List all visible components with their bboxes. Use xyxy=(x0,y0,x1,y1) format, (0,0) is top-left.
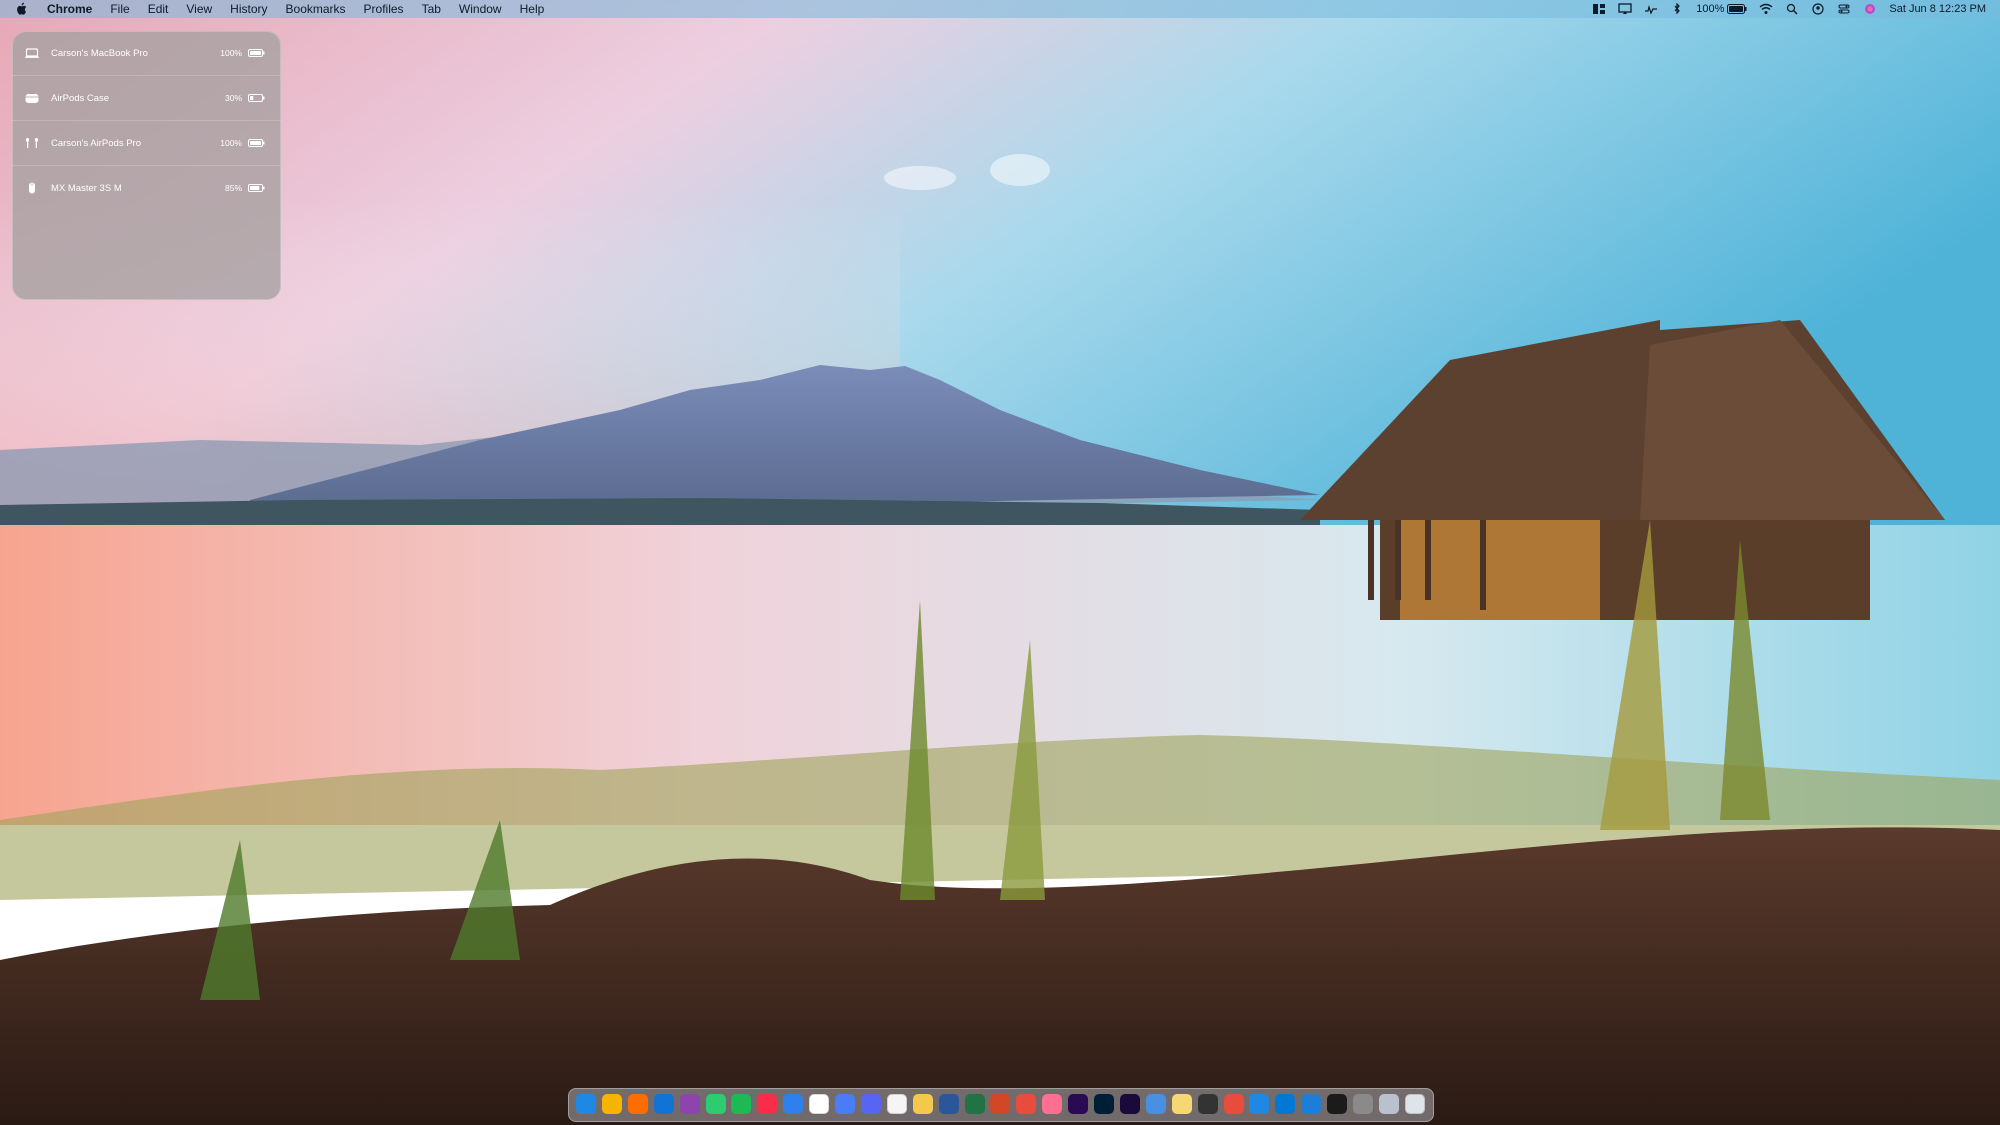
widgets-icon[interactable] xyxy=(1592,3,1606,15)
dock-app-notes-icon[interactable] xyxy=(1171,1094,1192,1114)
menu-help[interactable]: Help xyxy=(511,0,554,18)
menu-tab[interactable]: Tab xyxy=(413,0,450,18)
dock-app-premiere-icon[interactable] xyxy=(1068,1094,1089,1114)
battery-level-icon xyxy=(248,94,265,102)
battery-percent: 100% xyxy=(1696,3,1725,15)
dock-app-chrome-icon[interactable] xyxy=(601,1094,622,1114)
dock-app-firefox-icon[interactable] xyxy=(627,1094,648,1114)
dock-app-downloads-icon[interactable] xyxy=(1378,1094,1399,1114)
dock-app-finder-icon[interactable] xyxy=(576,1094,596,1114)
control-center-icon[interactable] xyxy=(1837,3,1851,15)
dock-app-trash-icon[interactable] xyxy=(1404,1094,1425,1114)
battery-icon xyxy=(1727,4,1747,14)
activity-icon[interactable] xyxy=(1644,3,1658,15)
device-name: MX Master 3S M xyxy=(51,182,122,194)
dock-app-photoshop-icon[interactable] xyxy=(1094,1094,1114,1114)
airpods-icon xyxy=(26,138,38,148)
battery-device-row: MX Master 3S M 85% xyxy=(12,166,281,210)
airpods-case-icon xyxy=(25,94,39,103)
menu-file[interactable]: File xyxy=(101,0,138,18)
dock-app-after-effects-icon[interactable] xyxy=(1119,1094,1140,1114)
menu-clock[interactable]: Sat Jun 8 12:23 PM xyxy=(1889,3,1986,15)
dock-app-edge-icon[interactable] xyxy=(653,1094,674,1114)
desktop-wallpaper xyxy=(0,0,2000,1125)
battery-device-row: Carson's AirPods Pro 100% xyxy=(12,121,281,165)
dock-app-discord-icon[interactable] xyxy=(860,1094,881,1114)
battery-status[interactable]: 100% xyxy=(1696,3,1747,15)
menu-bookmarks[interactable]: Bookmarks xyxy=(277,0,355,18)
laptop-icon xyxy=(25,48,39,58)
screen-mirroring-icon[interactable] xyxy=(1618,3,1632,15)
menu-edit[interactable]: Edit xyxy=(139,0,178,18)
dock-app-terminal-icon[interactable] xyxy=(1327,1094,1348,1114)
menu-bar: Chrome File Edit View History Bookmarks … xyxy=(0,0,2000,18)
menu-view[interactable]: View xyxy=(177,0,221,18)
dock-app-messenger-icon[interactable] xyxy=(835,1094,855,1114)
dock-app-chatgpt-icon[interactable] xyxy=(886,1094,907,1114)
dock xyxy=(568,1088,1434,1122)
battery-device-row: AirPods Case 30% xyxy=(12,76,281,120)
dock-app-word-icon[interactable] xyxy=(938,1094,959,1114)
dock-app-messages-icon[interactable] xyxy=(705,1094,726,1114)
dock-app-mail-icon[interactable] xyxy=(783,1094,804,1114)
menu-history[interactable]: History xyxy=(221,0,276,18)
menu-window[interactable]: Window xyxy=(450,0,511,18)
battery-level-icon xyxy=(248,49,265,57)
dock-app-music-icon[interactable] xyxy=(757,1094,778,1114)
battery-device-row: Carson's MacBook Pro 100% xyxy=(12,31,281,75)
dock-app-app-26-icon[interactable] xyxy=(1223,1094,1244,1114)
apple-menu-icon[interactable] xyxy=(14,2,28,16)
dock-app-xcode-icon[interactable] xyxy=(1301,1094,1322,1114)
battery-widget: Carson's MacBook Pro 100% AirPods Case 3… xyxy=(12,31,281,300)
dock-app-settings-icon[interactable] xyxy=(1353,1094,1373,1114)
dock-app-podcasts-icon[interactable] xyxy=(679,1094,700,1114)
dock-app-app-25-icon[interactable] xyxy=(1197,1094,1218,1114)
menu-profiles[interactable]: Profiles xyxy=(355,0,413,18)
bluetooth-icon[interactable] xyxy=(1670,3,1684,15)
device-name: Carson's MacBook Pro xyxy=(51,47,148,59)
device-battery-percent: 100% xyxy=(220,48,242,58)
spotlight-search-icon[interactable] xyxy=(1785,3,1799,15)
device-name: AirPods Case xyxy=(51,92,110,104)
battery-level-icon xyxy=(248,139,265,147)
dock-app-excel-icon[interactable] xyxy=(964,1094,985,1114)
device-name: Carson's AirPods Pro xyxy=(51,137,141,149)
mouse-icon xyxy=(29,182,35,194)
device-battery-percent: 85% xyxy=(224,183,242,193)
dock-app-app-23-icon[interactable] xyxy=(1145,1094,1166,1114)
dock-app-spotify-icon[interactable] xyxy=(731,1094,752,1114)
wifi-icon[interactable] xyxy=(1759,3,1773,15)
dock-app-app-store-icon[interactable] xyxy=(1249,1094,1270,1114)
dock-app-app-19-icon[interactable] xyxy=(1042,1094,1063,1114)
dock-app-photos-icon[interactable] xyxy=(912,1094,933,1114)
device-battery-percent: 100% xyxy=(220,138,242,148)
device-battery-percent: 30% xyxy=(224,93,242,103)
battery-level-icon xyxy=(248,184,265,192)
dock-app-vscode-icon[interactable] xyxy=(1275,1094,1296,1114)
siri-icon[interactable] xyxy=(1863,3,1877,15)
dock-app-calendar-icon[interactable] xyxy=(809,1094,830,1114)
dock-app-app-18-icon[interactable] xyxy=(1016,1094,1037,1114)
user-account-icon[interactable] xyxy=(1811,3,1825,15)
menu-app-name[interactable]: Chrome xyxy=(38,0,101,18)
dock-app-powerpoint-icon[interactable] xyxy=(990,1094,1011,1114)
